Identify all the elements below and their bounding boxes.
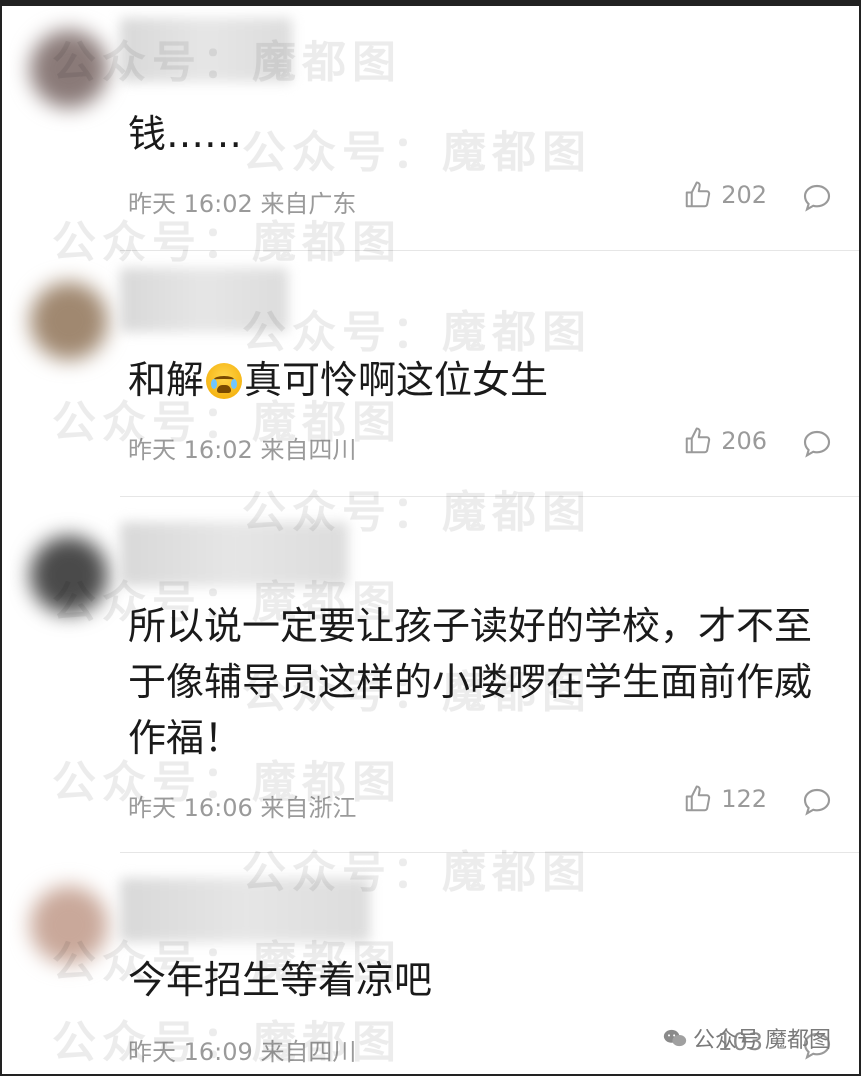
comment-location: 来自四川 [260,1038,357,1066]
avatar[interactable] [30,30,108,108]
comment-location: 来自四川 [260,436,357,464]
divider [120,852,859,853]
avatar[interactable] [30,886,108,964]
comment-time: 昨天 16:09 [128,1038,253,1066]
comment-meta: 昨天 16:09 来自四川 [128,1032,356,1067]
comment-location: 来自浙江 [260,794,357,822]
comment-time: 昨天 16:02 [128,436,253,464]
comment-time: 昨天 16:06 [128,794,253,822]
watermark-text: 公众号：魔都图 [242,307,592,358]
thumbs-up-icon [685,181,711,208]
avatar[interactable] [30,282,108,360]
footer-watermark: 公众号 魔都图 [663,1022,831,1054]
reply-icon[interactable] [801,182,833,214]
crying-face-emoji-icon [206,363,243,399]
comment-text: 所以说一定要让孩子读好的学校，才不至于像辅导员这样的小喽啰在学生面前作威作福！ [128,604,813,760]
like-count: 206 [721,427,767,455]
username-blurred[interactable] [120,878,370,942]
comment-text: 今年招生等着凉吧 [128,958,433,1002]
divider [120,250,859,251]
comment-meta: 昨天 16:02 来自四川 [128,430,356,465]
comment-location: 来自广东 [260,190,357,218]
avatar[interactable] [30,536,108,614]
thumbs-up-icon [685,785,711,812]
comment-list: 钱…… 昨天 16:02 来自广东 202 和解 真可怜啊这位女生 昨天 16:0… [0,0,861,1076]
comment-time: 昨天 16:02 [128,190,253,218]
wechat-icon [663,1029,687,1047]
divider [120,496,859,497]
footer-watermark-label: 公众号 [692,1028,759,1053]
comment-meta: 昨天 16:02 来自广东 [128,184,356,219]
comment-text: 钱…… [128,112,243,156]
username-blurred[interactable] [120,18,292,82]
footer-watermark-name: 魔都图 [764,1028,831,1053]
like-button[interactable]: 206 [683,426,767,456]
username-blurred[interactable] [120,522,348,586]
like-count: 122 [721,785,767,813]
username-blurred[interactable] [120,268,288,332]
reply-icon[interactable] [801,428,833,460]
comment-text: 和解 真可怜啊这位女生 [128,352,828,408]
like-count: 202 [721,181,767,209]
like-button[interactable]: 202 [683,180,767,210]
comment-meta: 昨天 16:06 来自浙江 [128,788,356,823]
comment-text-after: 真可怜啊这位女生 [244,358,549,402]
thumbs-up-icon [685,427,711,454]
like-button[interactable]: 122 [683,784,767,814]
reply-icon[interactable] [801,786,833,818]
comment-text-before: 和解 [128,358,205,402]
